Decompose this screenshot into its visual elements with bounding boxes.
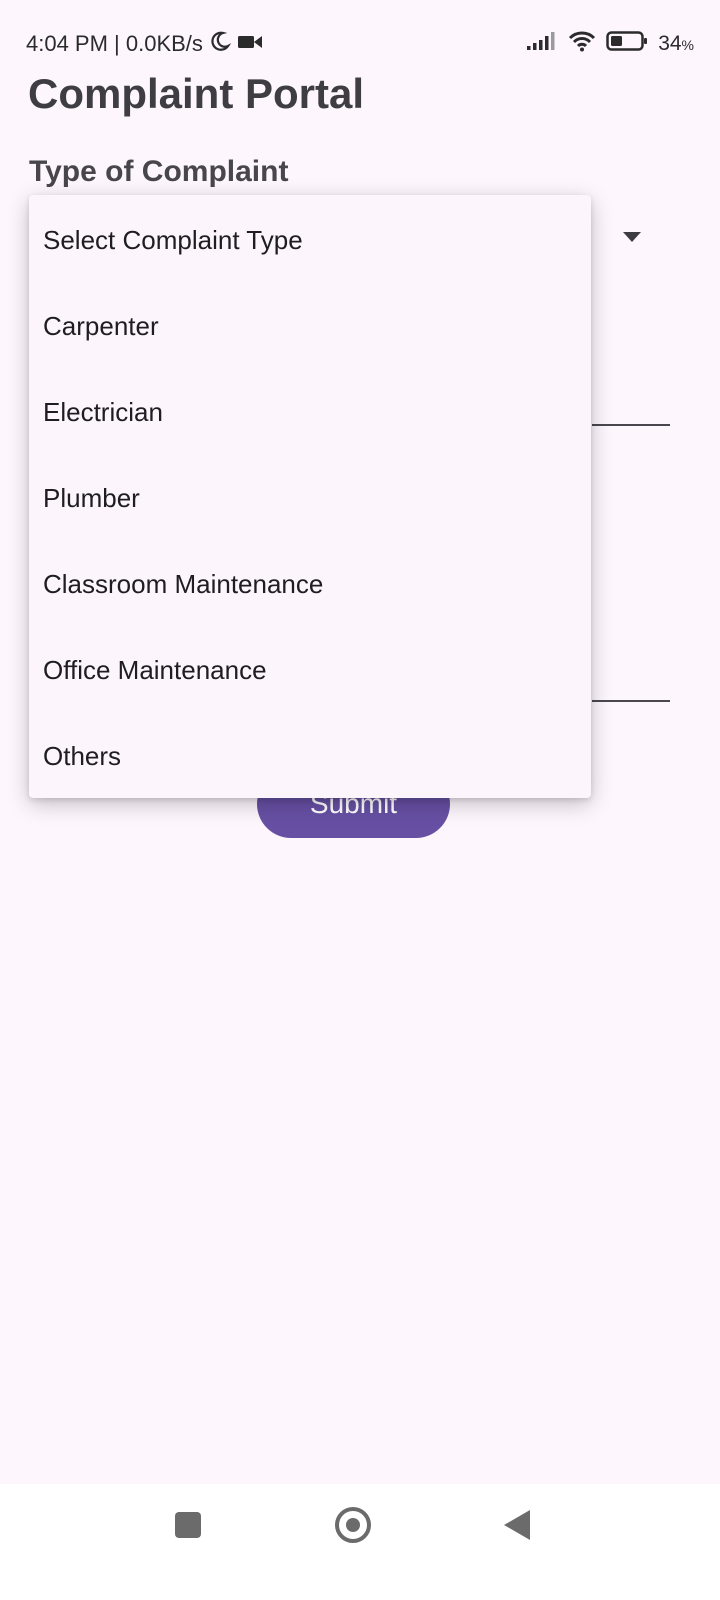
menu-item-others[interactable]: Others <box>29 713 591 799</box>
input-underline <box>592 700 670 702</box>
dropdown-arrow-icon[interactable] <box>623 232 641 242</box>
home-dot <box>346 1518 360 1532</box>
menu-item-electrician[interactable]: Electrician <box>29 369 591 455</box>
wifi-icon <box>568 30 596 58</box>
menu-item-select-complaint-type[interactable]: Select Complaint Type <box>29 197 591 283</box>
status-right: 34% <box>526 30 694 58</box>
status-time-speed: 4:04 PM | 0.0KB/s <box>26 31 203 56</box>
menu-item-plumber[interactable]: Plumber <box>29 455 591 541</box>
screen: 4:04 PM | 0.0KB/s 34% Complaint Portal T… <box>0 0 720 1600</box>
menu-item-office-maintenance[interactable]: Office Maintenance <box>29 627 591 713</box>
menu-item-classroom-maintenance[interactable]: Classroom Maintenance <box>29 541 591 627</box>
back-triangle-icon[interactable] <box>504 1510 530 1540</box>
status-left: 4:04 PM | 0.0KB/s <box>26 30 263 58</box>
input-underline <box>592 424 670 426</box>
battery-level: 34% <box>658 32 694 55</box>
complaint-type-menu: Select Complaint Type Carpenter Electric… <box>29 195 591 798</box>
page-title: Complaint Portal <box>28 70 365 117</box>
moon-icon <box>209 30 232 58</box>
signal-icon <box>526 31 558 57</box>
recents-square-icon[interactable] <box>175 1512 201 1538</box>
home-circle-icon[interactable] <box>335 1507 371 1543</box>
complaint-type-label: Type of Complaint <box>29 155 289 188</box>
status-bar: 4:04 PM | 0.0KB/s 34% <box>0 0 720 64</box>
battery-icon <box>606 30 648 58</box>
menu-item-carpenter[interactable]: Carpenter <box>29 283 591 369</box>
battery-unit: % <box>681 37 694 53</box>
video-camera-icon <box>237 31 263 57</box>
navigation-bar <box>0 1484 720 1600</box>
